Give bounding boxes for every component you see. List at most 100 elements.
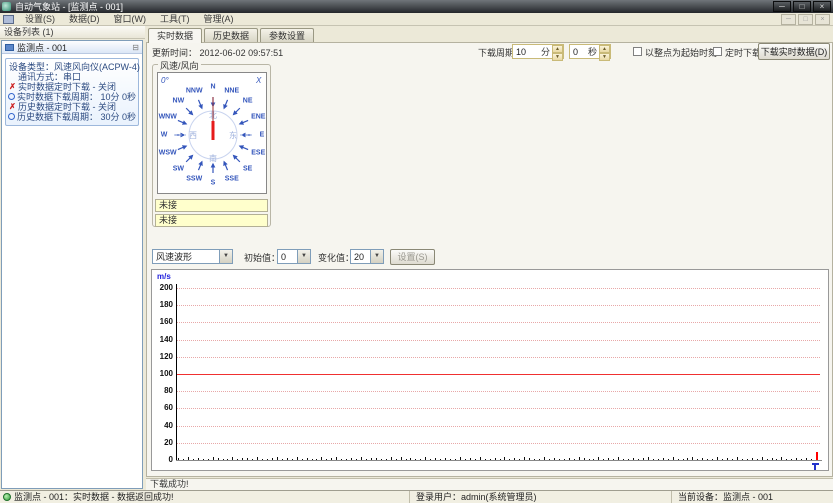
change-value-select[interactable]: 20 ▼ (350, 249, 384, 264)
status-message: 监测点 - 001：实时数据 - 数据返回成功! (14, 491, 174, 503)
chart-data-tick (247, 458, 248, 460)
chart-data-tick (282, 459, 283, 460)
set-button[interactable]: 设置(S) (390, 249, 435, 265)
minimize-icon[interactable]: ─ (773, 1, 791, 12)
chart-data-tick (816, 452, 818, 460)
close-icon[interactable]: × (813, 1, 831, 12)
update-time: 更新时间： 2012-06-02 09:57:51 (152, 46, 283, 59)
chart-data-tick (307, 458, 308, 460)
chart-data-tick (495, 458, 496, 460)
tab-0[interactable]: 实时数据 (148, 28, 202, 43)
device-info-row-0: 设备类型：风速风向仪(ACPW-4) (8, 62, 136, 72)
device-info-row-3: 实时数据下载周期： 10分 0秒 (8, 92, 136, 102)
mdi-restore-icon[interactable]: □ (798, 14, 813, 25)
chart-data-tick (213, 457, 214, 460)
menu-item-0[interactable]: 设置(S) (18, 13, 62, 25)
dropdown-arrow-icon[interactable]: ▼ (297, 250, 310, 263)
chart-data-tick (203, 459, 204, 460)
maximize-icon[interactable]: □ (793, 1, 811, 12)
download-result-message: 下载成功! (146, 478, 833, 490)
minutes-unit: 分 (541, 45, 552, 58)
mdi-close-icon[interactable]: × (815, 14, 830, 25)
spin-up-icon[interactable]: ▲ (552, 45, 563, 53)
initial-value-select[interactable]: 0 ▼ (277, 249, 311, 264)
clock-icon (8, 92, 16, 102)
chart-data-tick (485, 459, 486, 460)
chart-data-tick (420, 459, 421, 460)
chart-data-tick (673, 457, 674, 460)
mdi-child-icon[interactable] (3, 15, 14, 24)
minutes-value[interactable]: 10 (513, 47, 541, 57)
menu-item-4[interactable]: 管理(A) (197, 13, 241, 25)
chart-data-tick (237, 459, 238, 460)
menu-item-3[interactable]: 工具(T) (153, 13, 197, 25)
compass-dir-WSW: WSW (159, 150, 177, 157)
minutes-spinner[interactable]: 10 分 ▲ ▼ (512, 44, 564, 59)
chart-data-tick (613, 459, 614, 460)
checkbox-start-on-hour[interactable] (633, 47, 642, 56)
chart-data-tick (381, 459, 382, 460)
chart-gridline (177, 443, 820, 444)
spin-up-icon[interactable]: ▲ (599, 45, 610, 53)
tab-1[interactable]: 历史数据 (204, 28, 258, 42)
chart-data-tick (267, 459, 268, 460)
download-realtime-button[interactable]: 下载实时数据(D) (758, 43, 830, 60)
wind-direction-status: 未接 (155, 214, 268, 227)
checkbox-timed-download[interactable] (713, 47, 722, 56)
chart-data-tick (598, 457, 599, 460)
chart-data-tick (717, 457, 718, 460)
seconds-unit: 秒 (588, 45, 599, 58)
chart-data-tick (776, 459, 777, 460)
spin-down-icon[interactable]: ▼ (552, 53, 563, 61)
chart-data-tick (208, 459, 209, 460)
chart-data-tick (569, 458, 570, 460)
chart-data-tick (396, 459, 397, 460)
wind-direction-value: 0° (161, 76, 169, 85)
seconds-spin-buttons[interactable]: ▲ ▼ (599, 45, 610, 58)
chart-data-tick (702, 458, 703, 460)
update-time-value: 2012-06-02 09:57:51 (200, 48, 284, 58)
chart-data-tick (678, 459, 679, 460)
waveform-select[interactable]: 风速波形 ▼ (152, 249, 233, 264)
chart-data-tick (500, 459, 501, 460)
menu-item-2[interactable]: 窗口(W) (107, 13, 154, 25)
chart-data-tick (252, 459, 253, 460)
chart-data-tick (574, 459, 575, 460)
chart-data-tick (653, 459, 654, 460)
dropdown-arrow-icon[interactable]: ▼ (370, 250, 383, 263)
compass-south-cn: 南 (209, 153, 217, 163)
chart-data-tick (321, 457, 322, 460)
dropdown-arrow-icon[interactable]: ▼ (219, 250, 232, 263)
spin-down-icon[interactable]: ▼ (599, 53, 610, 61)
seconds-spinner[interactable]: 0 秒 ▲ ▼ (569, 44, 611, 59)
chart-gridline (177, 288, 820, 289)
chart-gridline (177, 357, 820, 358)
menu-item-1[interactable]: 数据(D) (62, 13, 107, 25)
compass-dir-SSE: SSE (225, 176, 239, 183)
chart-data-tick (806, 458, 807, 460)
chart-ytick-140: 140 (152, 335, 173, 344)
chart-y-axis (176, 284, 177, 461)
compass-west-cn: 西 (189, 131, 197, 140)
chart-scroll-marker[interactable] (812, 463, 819, 470)
chart-data-tick (351, 458, 352, 460)
collapse-icon[interactable]: ⊟ (132, 43, 139, 52)
chart-data-tick (683, 459, 684, 460)
change-value: 20 (351, 252, 370, 262)
chart-data-tick (455, 459, 456, 460)
chart-data-tick (692, 457, 693, 460)
tree-item-device[interactable]: 监测点 - 001 ⊟ (2, 41, 142, 54)
tab-2[interactable]: 参数设置 (260, 28, 314, 42)
minutes-spin-buttons[interactable]: ▲ ▼ (552, 45, 563, 58)
chart-data-tick (663, 458, 664, 460)
chart-data-tick (687, 458, 688, 460)
compass-dir-ESE: ESE (251, 150, 265, 157)
chart-data-tick (346, 459, 347, 460)
chart-data-tick (712, 459, 713, 460)
wind-compass: 0° X 北 南 西 东 NNNENEENEEESESESSESSSWSWWSW… (157, 72, 267, 194)
chart-gridline (177, 340, 820, 341)
seconds-value[interactable]: 0 (570, 47, 588, 57)
chart-ytick-120: 120 (152, 352, 173, 361)
device-info-box: 设备类型：风速风向仪(ACPW-4)通讯方式：串口✗实时数据定时下载 - 关闭实… (5, 58, 139, 126)
mdi-minimize-icon[interactable]: ─ (781, 14, 796, 25)
